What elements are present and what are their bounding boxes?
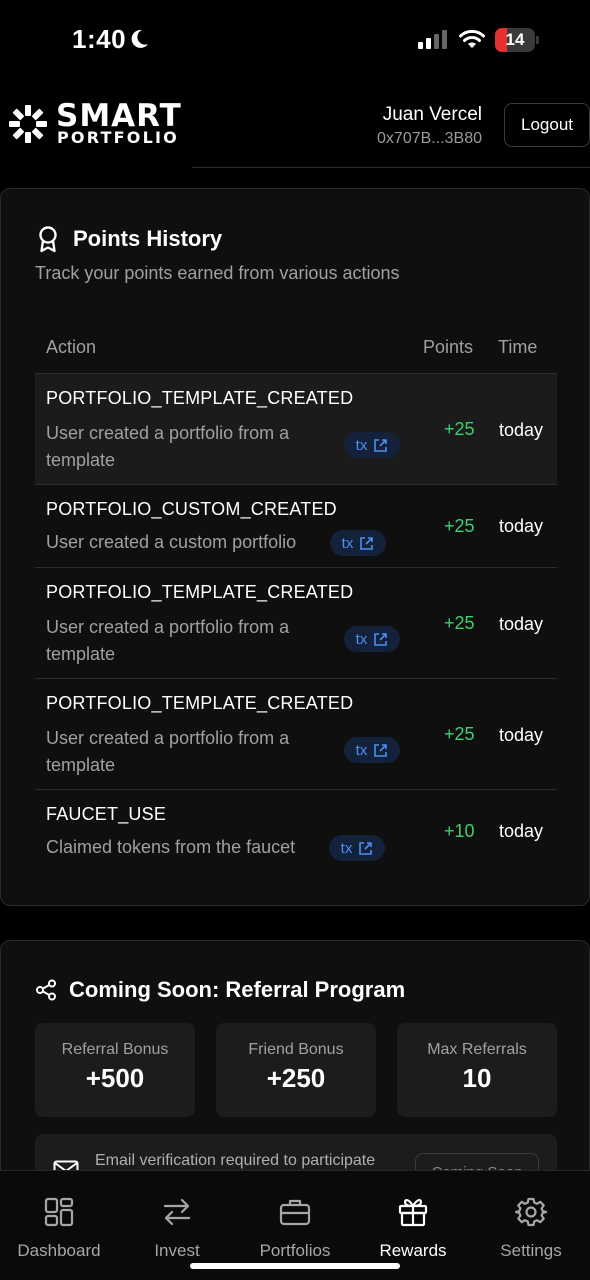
external-link-icon — [374, 438, 388, 452]
status-time: 1:40 — [72, 24, 127, 54]
cellular-signal-icon — [418, 30, 447, 49]
stat-value: +250 — [266, 1063, 326, 1093]
tx-link[interactable]: tx — [344, 737, 400, 763]
share-icon — [36, 979, 56, 1001]
tab-label: Portfolios — [259, 1241, 331, 1260]
column-header-points: Points — [423, 337, 474, 357]
table-row[interactable]: PORTFOLIO_CUSTOM_CREATED User created a … — [35, 484, 557, 567]
row-points: +25 — [444, 516, 475, 536]
max-referrals-stat: Max Referrals 10 — [397, 1023, 557, 1117]
table-row[interactable]: PORTFOLIO_TEMPLATE_CREATED User created … — [35, 678, 557, 789]
external-link-icon — [374, 743, 388, 757]
logout-button[interactable]: Logout — [504, 103, 590, 147]
row-time: today — [499, 821, 544, 841]
table-row[interactable]: FAUCET_USE Claimed tokens from the fauce… — [35, 789, 557, 872]
tab-label: Settings — [500, 1241, 562, 1260]
tx-link[interactable]: tx — [329, 835, 385, 861]
column-header-action: Action — [46, 337, 97, 357]
tab-label: Dashboard — [17, 1241, 101, 1260]
award-icon — [39, 226, 57, 253]
row-time: today — [499, 516, 544, 536]
tx-label: tx — [341, 534, 354, 552]
stat-label: Referral Bonus — [61, 1041, 169, 1058]
external-link-icon — [374, 632, 388, 646]
row-points: +25 — [444, 419, 475, 439]
app-header: SMART PORTFOLIO Juan Vercel 0x707B...3B8… — [0, 92, 590, 168]
email-notice-text: Email verification required to participa… — [95, 1152, 376, 1169]
row-description: Claimed tokens from the faucet — [46, 837, 296, 857]
row-action: PORTFOLIO_TEMPLATE_CREATED — [46, 388, 354, 408]
status-bar: 1:40 14 — [0, 0, 590, 80]
stat-value: 10 — [462, 1063, 492, 1093]
briefcase-icon — [279, 1199, 311, 1226]
user-name: Juan Vercel — [382, 104, 482, 125]
row-description: User created a portfolio from a template — [46, 728, 290, 775]
points-history-card: Points History Track your points earned … — [0, 188, 590, 906]
row-action: PORTFOLIO_TEMPLATE_CREATED — [46, 582, 354, 602]
wifi-icon — [459, 29, 485, 48]
row-action: PORTFOLIO_TEMPLATE_CREATED — [46, 693, 354, 713]
battery-level: 14 — [505, 30, 525, 49]
referral-title: Coming Soon: Referral Program — [69, 977, 406, 1002]
table-row[interactable]: PORTFOLIO_TEMPLATE_CREATED User created … — [35, 373, 557, 484]
referral-heading: Coming Soon: Referral Program — [35, 977, 405, 1003]
points-history-subtitle: Track your points earned from various ac… — [35, 263, 400, 283]
tab-rewards[interactable]: Rewards — [363, 1171, 463, 1267]
tx-label: tx — [340, 839, 353, 857]
gift-icon — [398, 1199, 428, 1227]
row-action: PORTFOLIO_CUSTOM_CREATED — [46, 499, 337, 519]
stat-label: Friend Bonus — [248, 1041, 344, 1058]
table-row[interactable]: PORTFOLIO_TEMPLATE_CREATED User created … — [35, 567, 557, 678]
tx-label: tx — [355, 630, 368, 648]
points-table: PORTFOLIO_TEMPLATE_CREATED User created … — [35, 373, 557, 872]
tab-label: Invest — [154, 1241, 200, 1260]
row-points: +25 — [444, 724, 475, 744]
tx-link[interactable]: tx — [344, 432, 400, 458]
swap-arrows-icon — [163, 1198, 191, 1226]
tx-label: tx — [355, 436, 368, 454]
dashboard-icon — [44, 1197, 74, 1227]
friend-bonus-stat: Friend Bonus +250 — [216, 1023, 376, 1117]
tab-dashboard[interactable]: Dashboard — [9, 1171, 109, 1267]
row-action: FAUCET_USE — [46, 804, 167, 824]
moon-icon — [131, 29, 148, 48]
tab-label: Rewards — [379, 1241, 447, 1260]
row-points: +10 — [444, 821, 475, 841]
stat-label: Max Referrals — [427, 1041, 527, 1058]
tab-portfolios[interactable]: Portfolios — [245, 1171, 345, 1267]
row-time: today — [499, 420, 544, 440]
gear-icon — [515, 1197, 547, 1227]
row-description: User created a portfolio from a template — [46, 617, 290, 664]
row-points: +25 — [444, 613, 475, 633]
external-link-icon — [359, 841, 373, 855]
row-description: User created a portfolio from a template — [46, 423, 290, 470]
row-description: User created a custom portfolio — [46, 532, 297, 552]
tab-settings[interactable]: Settings — [481, 1171, 581, 1267]
external-link-icon — [360, 536, 374, 550]
wallet-address: 0x707B...3B80 — [377, 130, 482, 147]
tx-label: tx — [355, 741, 368, 759]
column-header-time: Time — [498, 337, 538, 357]
logo-subtext: PORTFOLIO — [57, 128, 179, 147]
tab-invest[interactable]: Invest — [127, 1171, 227, 1267]
points-history-heading: Points History — [35, 225, 222, 253]
header-divider — [192, 167, 590, 168]
tx-link[interactable]: tx — [344, 626, 400, 652]
logo-icon — [9, 105, 47, 143]
tx-link[interactable]: tx — [330, 530, 386, 556]
row-time: today — [499, 725, 544, 745]
points-history-title: Points History — [73, 226, 223, 251]
referral-bonus-stat: Referral Bonus +500 — [35, 1023, 195, 1117]
home-indicator — [190, 1263, 400, 1269]
row-time: today — [499, 614, 544, 634]
stat-value: +500 — [85, 1063, 145, 1093]
battery-icon: 14 — [495, 28, 539, 52]
